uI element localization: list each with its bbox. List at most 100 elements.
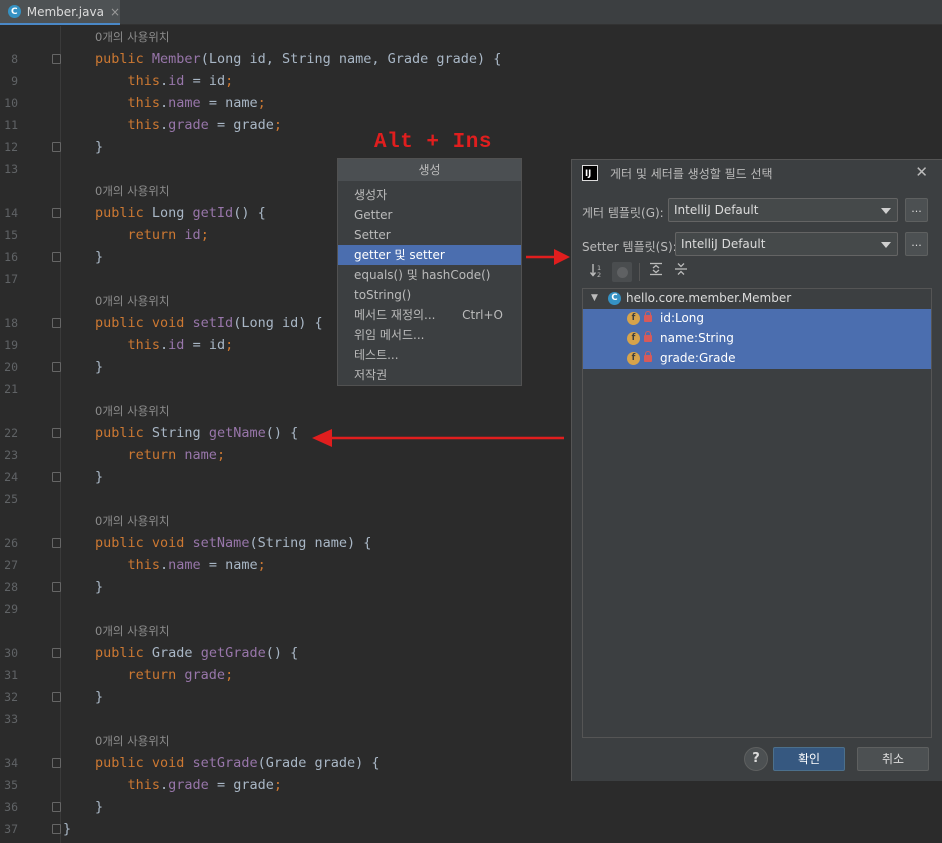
- code-text: this.grade = grade;: [95, 774, 282, 796]
- usage-hint[interactable]: 0개의 사용위치: [95, 400, 169, 422]
- close-icon[interactable]: ×: [110, 5, 120, 19]
- fold-marker-icon[interactable]: [52, 252, 61, 262]
- collapse-all-icon[interactable]: [671, 262, 691, 282]
- usage-hint[interactable]: 0개의 사용위치: [95, 510, 169, 532]
- usage-hint[interactable]: 0개의 사용위치: [95, 730, 169, 752]
- tree-row-field-name[interactable]: f name:String: [583, 329, 931, 349]
- fold-marker-icon[interactable]: [52, 362, 61, 372]
- field-name: name:String: [660, 331, 734, 345]
- code-token: ;: [257, 557, 266, 573]
- line-number: 31: [4, 668, 18, 682]
- popup-menu-item[interactable]: toString(): [338, 285, 521, 305]
- code-token: }: [95, 689, 104, 705]
- code-line[interactable]: 36}: [0, 796, 942, 818]
- field-icon: f: [627, 332, 640, 345]
- code-token: ;: [225, 337, 234, 353]
- popup-menu-item[interactable]: 테스트...: [338, 345, 521, 365]
- show-inherited-icon[interactable]: [612, 262, 632, 282]
- chevron-down-icon[interactable]: ▼: [591, 293, 598, 303]
- class-icon: C: [608, 292, 621, 305]
- line-number: 35: [4, 778, 18, 792]
- code-text: return name;: [95, 444, 226, 466]
- popup-menu-item[interactable]: 메서드 재정의... Ctrl+O: [338, 305, 521, 325]
- popup-menu-item[interactable]: equals() 및 hashCode(): [338, 265, 521, 285]
- setter-template-select[interactable]: IntelliJ Default: [675, 232, 898, 256]
- chevron-down-icon: [881, 208, 891, 214]
- code-token: .: [160, 337, 169, 353]
- popup-menu-item[interactable]: Setter: [338, 225, 521, 245]
- code-token: return: [127, 227, 185, 243]
- generate-popup: 생성 생성자 Getter Setter getter 및 setter equals(…: [337, 158, 522, 386]
- line-number: 36: [4, 800, 18, 814]
- usage-hint[interactable]: 0개의 사용위치: [95, 180, 169, 202]
- usage-hint[interactable]: 0개의 사용위치: [95, 26, 169, 48]
- tab-member-java[interactable]: C Member.java ×: [0, 0, 120, 25]
- tree-row-field-grade[interactable]: f grade:Grade: [583, 349, 931, 369]
- popup-menu-item[interactable]: 생성자: [338, 185, 521, 205]
- code-token: public void: [95, 315, 193, 331]
- code-line[interactable]: 10 this.name = name;: [0, 92, 942, 114]
- fold-marker-icon[interactable]: [52, 802, 61, 812]
- line-number: 20: [4, 360, 18, 374]
- code-text: this.name = name;: [95, 554, 266, 576]
- line-number: 16: [4, 250, 18, 264]
- usage-hint[interactable]: 0개의 사용위치: [95, 290, 169, 312]
- menu-item-label: 테스트...: [354, 348, 399, 362]
- help-button[interactable]: ?: [744, 747, 768, 771]
- fold-marker-icon[interactable]: [52, 582, 61, 592]
- annotation-arrow-left: [312, 429, 564, 447]
- java-class-icon: C: [8, 5, 21, 18]
- setter-template-more-button[interactable]: ...: [905, 232, 928, 256]
- close-icon[interactable]: ✕: [915, 163, 928, 181]
- getter-template-more-button[interactable]: ...: [905, 198, 928, 222]
- menu-item-label: getter 및 setter: [354, 248, 445, 262]
- fold-marker-icon[interactable]: [52, 648, 61, 658]
- sort-alpha-icon[interactable]: 12: [587, 262, 607, 282]
- code-token: public: [95, 51, 152, 67]
- popup-menu-item[interactable]: 위임 메서드...: [338, 325, 521, 345]
- code-line[interactable]: 37}: [0, 818, 942, 840]
- code-text: this.id = id;: [95, 70, 234, 92]
- menu-item-label: equals() 및 hashCode(): [354, 268, 491, 282]
- code-token: this: [127, 337, 161, 353]
- line-number: 9: [11, 74, 18, 88]
- line-number: 30: [4, 646, 18, 660]
- line-number: 29: [4, 602, 18, 616]
- code-text: public void setGrade(Grade grade) {: [95, 752, 380, 774]
- field-name: grade:Grade: [660, 351, 736, 365]
- code-line[interactable]: 9 this.id = id;: [0, 70, 942, 92]
- code-text: public void setName(String name) {: [95, 532, 371, 554]
- fold-marker-icon[interactable]: [52, 428, 61, 438]
- fold-marker-icon[interactable]: [52, 208, 61, 218]
- fold-marker-icon[interactable]: [52, 692, 61, 702]
- fold-marker-icon[interactable]: [52, 824, 61, 834]
- tree-row-field-id[interactable]: f id:Long: [583, 309, 931, 329]
- popup-menu-item[interactable]: Getter: [338, 205, 521, 225]
- menu-item-label: 위임 메서드...: [354, 328, 425, 342]
- menu-item-shortcut: Ctrl+O: [462, 308, 503, 322]
- code-line[interactable]: 8 public Member(Long id, String name, Gra…: [0, 48, 942, 70]
- code-text: }: [95, 796, 103, 818]
- ok-button[interactable]: 확인: [773, 747, 845, 771]
- fold-marker-icon[interactable]: [52, 538, 61, 548]
- fold-marker-icon[interactable]: [52, 318, 61, 328]
- line-number: 26: [4, 536, 18, 550]
- popup-menu-item[interactable]: 저작권: [338, 365, 521, 385]
- code-token: this: [127, 73, 161, 89]
- fold-marker-icon[interactable]: [52, 54, 61, 64]
- tree-row-class[interactable]: ▼ C hello.core.member.Member: [583, 289, 931, 309]
- expand-all-icon[interactable]: [646, 262, 666, 282]
- getter-template-select[interactable]: IntelliJ Default: [668, 198, 898, 222]
- fold-marker-icon[interactable]: [52, 758, 61, 768]
- cancel-button[interactable]: 취소: [857, 747, 929, 771]
- popup-menu-item[interactable]: getter 및 setter: [338, 245, 521, 265]
- code-token: public: [95, 645, 152, 661]
- code-token: name: [168, 95, 201, 111]
- usage-hint[interactable]: 0개의 사용위치: [95, 620, 169, 642]
- fields-tree[interactable]: ▼ C hello.core.member.Member f id:Long f…: [582, 288, 932, 738]
- fold-marker-icon[interactable]: [52, 142, 61, 152]
- code-token: public void: [95, 535, 193, 551]
- fold-marker-icon[interactable]: [52, 472, 61, 482]
